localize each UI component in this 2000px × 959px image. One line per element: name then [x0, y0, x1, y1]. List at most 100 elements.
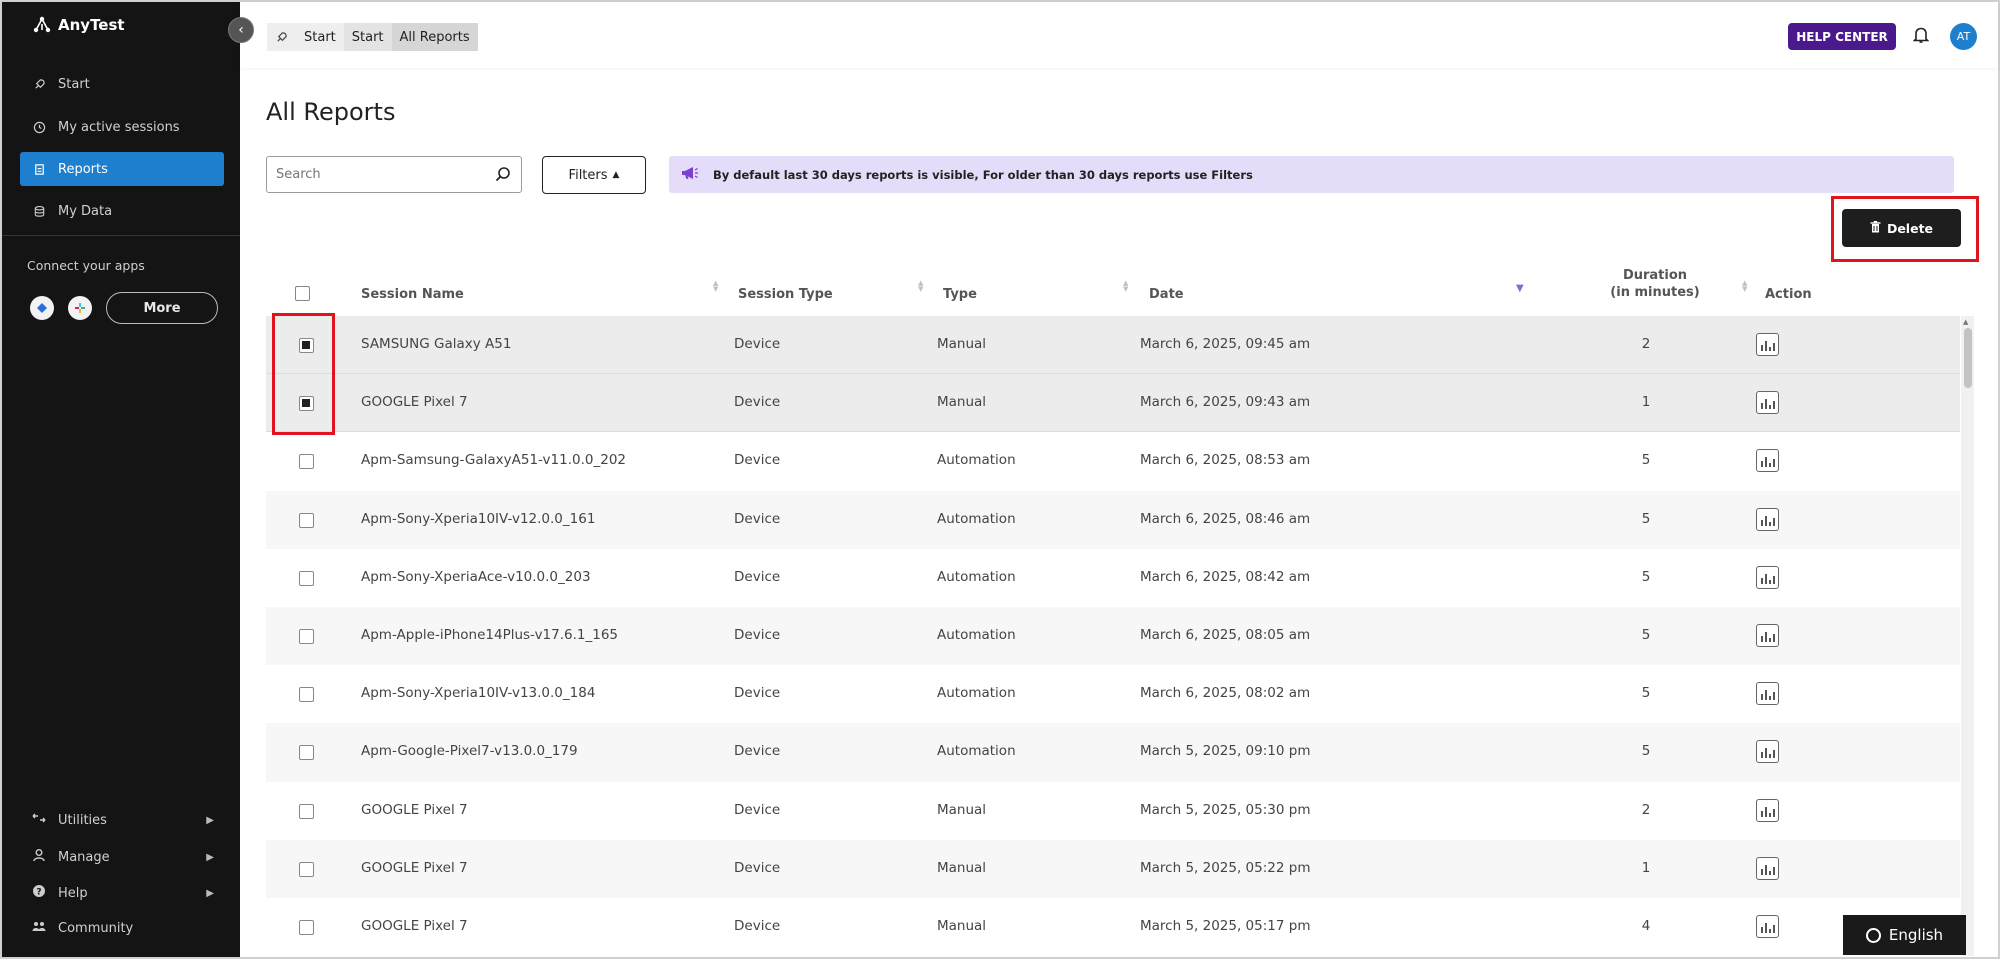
table-row[interactable]: Apm-Sony-XperiaAce-v10.0.0_203 Device Auto… — [266, 549, 1960, 607]
sidebar-item-label: Utilities — [58, 812, 107, 828]
cell-type: Automation — [937, 626, 1016, 643]
filters-button[interactable]: Filters ▲ — [542, 156, 646, 194]
table-scrollbar[interactable]: ▲ — [1961, 316, 1974, 956]
row-checkbox[interactable] — [299, 454, 314, 470]
cell-duration: 1 — [1641, 859, 1651, 876]
row-checkbox[interactable] — [299, 861, 314, 877]
notification-bell-icon[interactable] — [1912, 26, 1931, 46]
clock-icon — [32, 120, 46, 134]
user-avatar[interactable]: AT — [1950, 23, 1977, 50]
brand-logo[interactable]: AnyTest — [32, 16, 125, 34]
sidebar-item-label: Help — [58, 885, 88, 901]
sidebar: AnyTest Start My active sessions Reports… — [2, 2, 240, 957]
view-report-chart-icon[interactable] — [1756, 682, 1779, 706]
scrollbar-thumb[interactable] — [1964, 328, 1972, 388]
table-row[interactable]: SAMSUNG Galaxy A51 Device Manual March 6, 2… — [266, 316, 1960, 375]
app-jira-icon[interactable] — [30, 296, 54, 320]
table-row[interactable]: GOOGLE Pixel 7 Device Manual March 6, 2025,… — [266, 374, 1960, 433]
row-checkbox[interactable] — [299, 803, 314, 819]
column-date[interactable]: Date — [1149, 287, 1184, 302]
sort-duration-icon[interactable]: ▲ ▼ — [1742, 280, 1747, 293]
table-row[interactable]: Apm-Samsung-GalaxyA51-v11.0.0_202 Device A… — [266, 432, 1960, 490]
cell-date: March 6, 2025, 09:45 am — [1140, 336, 1311, 352]
scroll-up-arrow-icon[interactable]: ▲ — [1963, 318, 1968, 326]
sort-session-name-icon[interactable]: ▲ ▼ — [713, 280, 718, 293]
collapse-sidebar-button[interactable]: ‹ — [228, 17, 254, 43]
row-checkbox[interactable] — [299, 570, 314, 586]
view-report-chart-icon[interactable] — [1756, 623, 1779, 647]
breadcrumb-rocket-icon — [267, 23, 296, 51]
search-input[interactable] — [267, 157, 477, 192]
cell-session-name: Apm-Apple-iPhone14Plus-v17.6.1_165 — [361, 626, 619, 643]
table-row[interactable]: GOOGLE Pixel 7 Device Manual March 5, 2025,… — [266, 839, 1960, 898]
sort-type-icon[interactable]: ▲ ▼ — [1123, 280, 1128, 293]
language-selector[interactable]: English — [1843, 915, 1966, 955]
caret-right-icon: ▶ — [206, 814, 214, 826]
breadcrumb-all-reports[interactable]: All Reports — [391, 23, 478, 51]
cell-duration: 5 — [1641, 626, 1651, 643]
brand-name: AnyTest — [58, 16, 125, 34]
community-icon — [32, 920, 46, 936]
breadcrumb-start[interactable]: Start — [296, 23, 344, 51]
view-report-chart-icon[interactable] — [1756, 798, 1779, 822]
utilities-icon — [32, 812, 46, 828]
cell-duration: 2 — [1641, 801, 1651, 818]
caret-right-icon: ▶ — [206, 887, 214, 899]
search-box — [266, 156, 522, 193]
notice-banner: By default last 30 days reports is visib… — [669, 156, 1954, 193]
sidebar-item-reports[interactable]: Reports — [20, 152, 224, 186]
view-report-chart-icon[interactable] — [1756, 449, 1779, 473]
cell-session-type: Device — [734, 743, 781, 760]
help-icon: ? — [32, 884, 46, 902]
delete-button[interactable]: Delete — [1842, 209, 1961, 247]
table-row[interactable]: Apm-Google-Pixel7-v13.0.0_179 Device Autom… — [266, 723, 1960, 782]
column-type[interactable]: Type — [943, 287, 977, 302]
cell-duration: 5 — [1641, 743, 1651, 760]
sidebar-item-manage[interactable]: Manage ▶ — [32, 848, 214, 866]
cell-date: March 6, 2025, 08:02 am — [1140, 685, 1311, 702]
sort-session-type-icon[interactable]: ▲ ▼ — [918, 280, 923, 293]
cell-session-type: Device — [734, 859, 781, 876]
view-report-chart-icon[interactable] — [1756, 856, 1779, 880]
row-checkbox[interactable] — [299, 628, 314, 644]
view-report-chart-icon[interactable] — [1756, 740, 1779, 764]
table-row[interactable]: GOOGLE Pixel 7 Device Manual March 5, 2025,… — [266, 782, 1960, 840]
help-center-button[interactable]: HELP CENTER — [1788, 23, 1896, 50]
sidebar-item-help[interactable]: ? Help ▶ — [32, 884, 214, 902]
row-checkbox[interactable] — [299, 512, 314, 528]
view-report-chart-icon[interactable] — [1756, 391, 1779, 415]
row-checkbox[interactable] — [299, 687, 314, 703]
view-report-chart-icon[interactable] — [1756, 333, 1779, 356]
sidebar-divider — [2, 235, 240, 236]
cell-type: Automation — [937, 510, 1016, 527]
table-header: Session Name ▲ ▼ Session Type ▲ ▼ Type ▲ ▼ … — [266, 262, 1976, 316]
sidebar-item-my-active-sessions[interactable]: My active sessions — [20, 110, 224, 144]
table-row[interactable]: Apm-Sony-Xperia10IV-v13.0.0_184 Device Aut… — [266, 665, 1960, 723]
cell-duration: 5 — [1641, 685, 1651, 702]
table-row[interactable]: Apm-Apple-iPhone14Plus-v17.6.1_165 Device… — [266, 606, 1960, 666]
column-session-name[interactable]: Session Name — [361, 287, 464, 302]
row-checkbox[interactable] — [299, 745, 314, 761]
table-row[interactable]: GOOGLE Pixel 7 Device Manual March 5, 2025,… — [266, 898, 1960, 956]
sidebar-item-my-data[interactable]: My Data — [20, 194, 224, 228]
column-duration[interactable]: Duration (in minutes) — [1600, 268, 1710, 300]
view-report-chart-icon[interactable] — [1756, 565, 1779, 589]
table-row[interactable]: Apm-Sony-Xperia10IV-v12.0.0_161 Device Aut… — [266, 490, 1960, 549]
sidebar-item-label: Start — [58, 76, 90, 92]
cell-session-type: Device — [734, 452, 781, 469]
row-checkbox[interactable] — [299, 919, 314, 935]
select-all-checkbox[interactable] — [295, 286, 310, 301]
column-session-type[interactable]: Session Type — [738, 287, 833, 302]
app-slack-icon[interactable] — [68, 296, 92, 320]
sidebar-item-community[interactable]: Community — [32, 920, 212, 936]
sidebar-item-utilities[interactable]: Utilities ▶ — [32, 812, 214, 828]
view-report-chart-icon[interactable] — [1756, 914, 1779, 938]
search-icon[interactable] — [495, 166, 511, 182]
sidebar-item-start[interactable]: Start — [20, 67, 224, 101]
cell-session-type: Device — [734, 510, 781, 527]
more-apps-button[interactable]: More — [106, 292, 218, 324]
page-title: All Reports — [266, 98, 396, 126]
breadcrumb-start-2[interactable]: Start — [343, 23, 392, 51]
view-report-chart-icon[interactable] — [1756, 507, 1779, 531]
sort-date-desc-icon[interactable]: ▼ — [1516, 283, 1524, 294]
